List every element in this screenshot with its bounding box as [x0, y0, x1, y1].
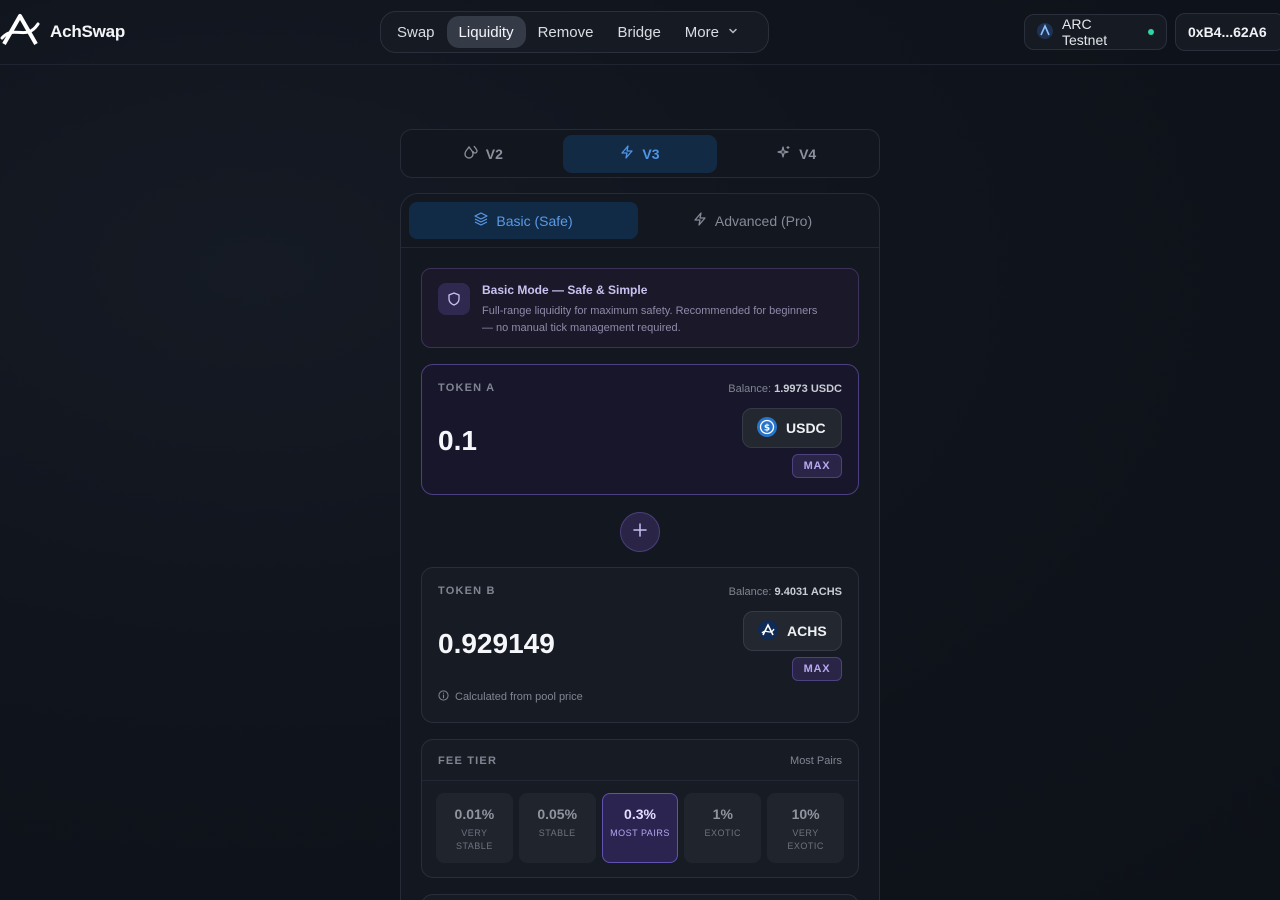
calculated-note: Calculated from pool price [438, 690, 583, 704]
nav-remove[interactable]: Remove [526, 16, 606, 48]
tab-v2[interactable]: V2 [406, 135, 560, 173]
brand-name: AchSwap [50, 22, 126, 41]
wallet-button[interactable]: 0xB4...62A6 [1175, 13, 1280, 51]
fee-tier-selected: Most Pairs [790, 755, 842, 767]
divider [401, 247, 879, 248]
token-b-label: TOKEN B [438, 585, 496, 597]
tab-v3-label: V3 [642, 145, 660, 162]
fee-tier-panel: FEE TIER Most Pairs 0.01% Very Stable 0.… [421, 739, 859, 878]
fee-option-desc: Exotic [704, 828, 742, 838]
tab-v4-label: V4 [799, 145, 817, 162]
nav-more[interactable]: More [673, 16, 751, 48]
token-a-symbol: USDC [786, 420, 826, 436]
add-liquidity-card: Basic (Safe) Advanced (Pro) Basic Mode —… [400, 193, 880, 900]
basic-mode-info: Basic Mode — Safe & Simple Full-range li… [421, 268, 859, 348]
info-text: Full-range liquidity for maximum safety.… [482, 305, 818, 334]
token-a-balance: Balance: 1.9973 USDC [728, 383, 842, 395]
info-icon [438, 690, 449, 704]
nav-swap-label: Swap [397, 23, 435, 41]
next-section-panel [421, 894, 859, 900]
zap-icon [693, 212, 707, 229]
main-nav: Swap Liquidity Remove Bridge More [380, 11, 769, 53]
shield-icon [438, 283, 470, 315]
nav-liquidity[interactable]: Liquidity [446, 16, 526, 48]
fee-option-pct: 0.3% [624, 806, 656, 822]
nav-liquidity-label: Liquidity [458, 23, 514, 41]
tab-v3[interactable]: V3 [562, 134, 717, 173]
wallet-address: 0xB4...62A6 [1188, 24, 1267, 40]
fee-tier-options: 0.01% Very Stable 0.05% Stable 0.3% Most… [436, 793, 844, 863]
tab-advanced-mode[interactable]: Advanced (Pro) [638, 202, 867, 239]
tab-basic-mode[interactable]: Basic (Safe) [409, 202, 638, 239]
sparkles-icon [777, 145, 791, 162]
fee-option-1[interactable]: 1% Exotic [684, 793, 762, 863]
svg-text:$: $ [764, 423, 770, 433]
zap-icon [620, 145, 634, 162]
tab-v2-label: V2 [485, 145, 503, 162]
nav-bridge[interactable]: Bridge [605, 16, 672, 48]
token-b-symbol: ACHS [787, 623, 827, 639]
fee-option-0-01[interactable]: 0.01% Very Stable [436, 793, 513, 863]
token-b-selector[interactable]: ACHS [743, 611, 842, 651]
fee-option-desc: Very Exotic [787, 828, 824, 851]
fee-option-10[interactable]: 10% Very Exotic [767, 793, 844, 863]
token-a-balance-prefix: Balance: [728, 383, 772, 395]
add-separator-button [620, 512, 660, 552]
fee-option-0-05[interactable]: 0.05% Stable [518, 793, 596, 863]
info-title: Basic Mode — Safe & Simple [482, 283, 648, 297]
fee-option-desc: Very Stable [455, 828, 493, 851]
fee-option-desc: Stable [538, 828, 576, 838]
token-a-balance-value: 1.9973 USDC [774, 383, 842, 395]
calculated-note-text: Calculated from pool price [455, 691, 583, 703]
nav-bridge-label: Bridge [617, 23, 661, 41]
fee-option-pct: 0.01% [454, 806, 495, 822]
brand[interactable]: AchSwap [0, 12, 126, 53]
fee-option-0-3[interactable]: 0.3% Most Pairs [601, 793, 679, 863]
chevron-down-icon [727, 24, 739, 41]
network-label: ARC Testnet [1062, 16, 1108, 48]
token-b-balance: Balance: 9.4031 ACHS [729, 586, 842, 598]
token-a-label: TOKEN A [438, 382, 496, 394]
fee-option-desc: Most Pairs [610, 828, 670, 838]
token-b-balance-prefix: Balance: [728, 586, 772, 598]
achswap-logo-icon [0, 12, 40, 53]
tab-advanced-label: Advanced (Pro) [714, 212, 813, 229]
token-b-amount-input[interactable]: 0.929149 [438, 628, 555, 660]
token-b-panel: TOKEN B Balance: 9.4031 ACHS 0.929149 AC… [421, 567, 859, 723]
tab-v4[interactable]: V4 [720, 135, 874, 173]
fee-option-pct: 10% [791, 806, 820, 822]
token-b-max-button[interactable]: MAX [792, 657, 842, 681]
fee-option-pct: 0.05% [537, 806, 578, 822]
token-a-selector[interactable]: $ USDC [742, 408, 842, 448]
token-a-amount-input[interactable]: 0.1 [438, 425, 477, 457]
fee-tier-title: FEE TIER [438, 755, 498, 767]
nav-swap[interactable]: Swap [385, 16, 447, 48]
nav-remove-label: Remove [537, 23, 594, 41]
divider [422, 780, 858, 781]
arc-network-icon [1037, 22, 1053, 42]
tab-basic-label: Basic (Safe) [496, 212, 573, 229]
version-tabs: V2 V3 V4 [400, 129, 880, 178]
layers-icon [474, 212, 488, 229]
usdc-icon: $ [757, 416, 777, 440]
network-selector[interactable]: ARC Testnet [1024, 14, 1167, 50]
mode-tabs: Basic (Safe) Advanced (Pro) [409, 202, 871, 239]
achs-icon [758, 619, 778, 643]
nav-more-label: More [684, 23, 719, 41]
droplets-icon [464, 145, 478, 162]
fee-option-pct: 1% [712, 806, 733, 822]
token-b-balance-value: 9.4031 ACHS [774, 586, 842, 598]
network-status-dot [1148, 29, 1154, 35]
plus-icon [633, 522, 647, 542]
token-a-max-button[interactable]: MAX [792, 454, 842, 478]
token-a-panel: TOKEN A Balance: 1.9973 USDC 0.1 $ USDC … [421, 364, 859, 495]
top-bar: AchSwap Swap Liquidity Remove Bridge Mor… [0, 0, 1280, 65]
